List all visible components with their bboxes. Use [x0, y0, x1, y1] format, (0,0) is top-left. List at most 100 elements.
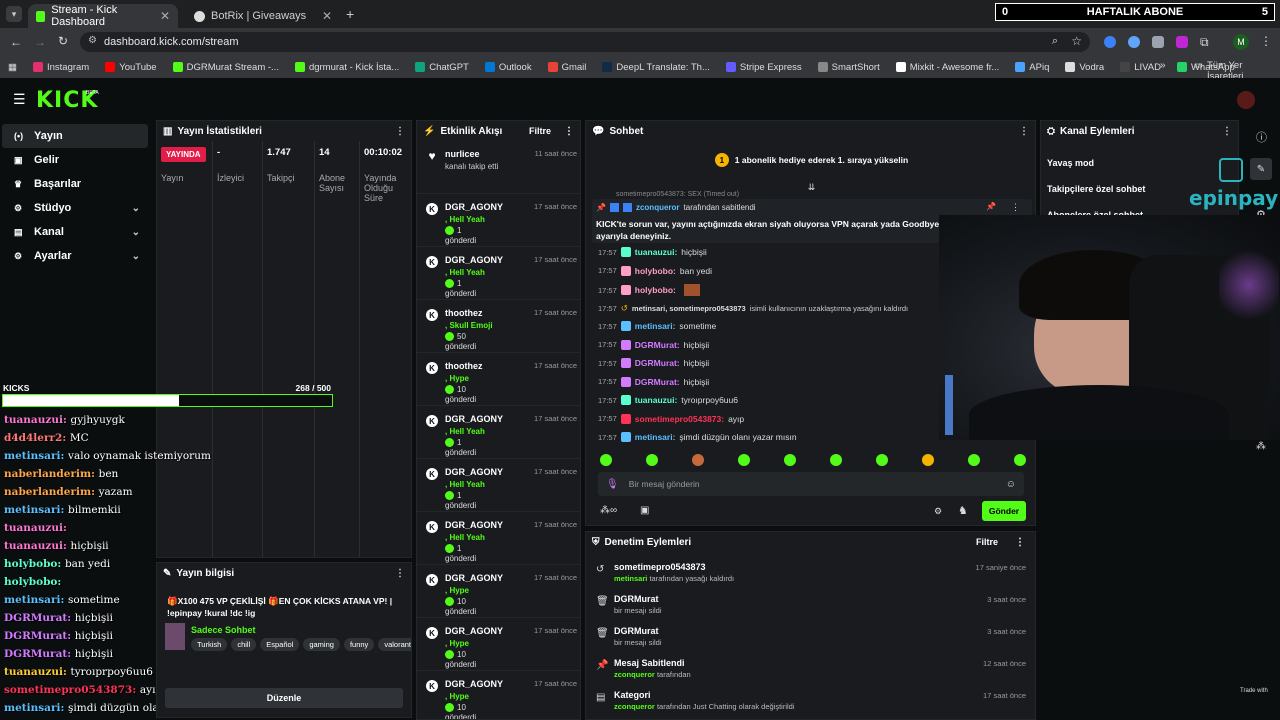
- pin-icon[interactable]: 📌: [986, 202, 996, 211]
- more-options-icon[interactable]: ⋮: [1015, 537, 1025, 548]
- emote-icon[interactable]: [784, 454, 796, 466]
- bookmark-item[interactable]: DeepL Translate: Th...: [594, 62, 717, 73]
- emote-icon[interactable]: [1014, 454, 1026, 466]
- points-icon[interactable]: ⁂∞: [600, 505, 617, 516]
- bookmark-item[interactable]: Gmail: [540, 62, 595, 73]
- stream-tag[interactable]: Turkish: [191, 638, 228, 651]
- more-options-icon[interactable]: ⋮: [395, 126, 405, 137]
- stream-tag[interactable]: gaming: [303, 638, 340, 651]
- chat-user[interactable]: tuanauzui:: [635, 247, 678, 257]
- chat-message[interactable]: 17:57 tuanauzui: hiçbişii: [598, 247, 707, 257]
- activity-item[interactable]: K DGR_AGONY 17 saat önce , Hell Yeah 1 gönder…: [417, 247, 580, 300]
- bookmark-item[interactable]: DGRMurat Stream -...: [165, 62, 287, 73]
- chat-user[interactable]: DGRMurat:: [635, 377, 680, 387]
- chat-user[interactable]: tuanauzui:: [635, 395, 678, 405]
- reload-icon[interactable]: ↻: [58, 34, 68, 48]
- chat-message[interactable]: 17:57 DGRMurat: hiçbişii: [598, 339, 709, 350]
- activity-item[interactable]: K DGR_AGONY 17 saat önce , Hype 10 gönderdi: [417, 618, 580, 671]
- send-button[interactable]: Gönder: [982, 501, 1026, 521]
- gift-banner[interactable]: 1 1 abonelik hediye ederek 1. sıraya yük…: [586, 153, 1035, 167]
- close-tab-icon[interactable]: ✕: [322, 9, 332, 23]
- apps-grid-icon[interactable]: ▦: [0, 62, 25, 73]
- chat-user[interactable]: DGRMurat:: [635, 358, 680, 368]
- shield-icon[interactable]: [1152, 36, 1164, 48]
- chat-input[interactable]: 🎙 Bir mesaj gönderin ☺: [598, 472, 1024, 496]
- extension-icon[interactable]: [1128, 36, 1140, 48]
- puzzle-icon[interactable]: ⧉: [1200, 35, 1209, 50]
- sidebar-item-kanal[interactable]: ▤ Kanal ⌄: [2, 220, 148, 244]
- emoji-picker-icon[interactable]: ☺: [1006, 479, 1016, 490]
- chat-message[interactable]: 17:57 DGRMurat: hiçbişii: [598, 376, 709, 387]
- moderation-item[interactable]: 🗑 DGRMurat bir mesajı sildi 3 saat önce: [586, 622, 1035, 654]
- moderation-item[interactable]: 📌 Mesaj Sabitlendi zconqueror tarafından 12…: [586, 654, 1035, 686]
- settings-icon[interactable]: ⚙: [934, 506, 942, 517]
- chat-message[interactable]: 17:57 holybobo:: [598, 284, 700, 296]
- more-bookmarks-icon[interactable]: »: [1160, 60, 1166, 71]
- chat-message[interactable]: 17:57 tuanauzui: tyroıprpoy6uu6: [598, 395, 738, 405]
- moderation-item[interactable]: ↺ sometimepro0543873 metinsari tarafından …: [586, 558, 1035, 590]
- store-icon[interactable]: ▣: [640, 505, 649, 516]
- emote-icon[interactable]: [968, 454, 980, 466]
- close-tab-icon[interactable]: ✕: [160, 9, 170, 23]
- bookmark-item[interactable]: dgrmurat - Kick İsta...: [287, 62, 407, 73]
- bookmark-item[interactable]: APiq: [1007, 62, 1057, 73]
- chat-user[interactable]: metinsari:: [635, 321, 676, 331]
- tab-kick-dashboard[interactable]: Stream - Kick Dashboard ✕: [28, 4, 178, 28]
- activity-item[interactable]: K DGR_AGONY 17 saat önce , Hell Yeah 1 gönder…: [417, 459, 580, 512]
- sidebar-item-yayın[interactable]: (•) Yayın: [2, 124, 148, 148]
- stream-tag[interactable]: chill: [231, 638, 257, 651]
- channel-action-toggle[interactable]: Yavaş mod: [1047, 158, 1094, 168]
- hamburger-icon[interactable]: ☰: [13, 91, 26, 108]
- activity-item[interactable]: K DGR_AGONY 17 saat önce , Hype 10 gönderdi: [417, 565, 580, 618]
- moderation-filter[interactable]: Filtre: [976, 537, 998, 547]
- bookmark-item[interactable]: Mixkit - Awesome fr...: [888, 62, 1008, 73]
- category-name[interactable]: Sadece Sohbet: [191, 625, 256, 635]
- sidebar-item-gelir[interactable]: ▣ Gelir: [2, 148, 148, 172]
- chat-user[interactable]: metinsari, sometimepro0543873: [632, 304, 746, 313]
- chat-message[interactable]: 17:57 holybobo: ban yedi: [598, 265, 712, 276]
- bookmark-item[interactable]: SmartShort: [810, 62, 888, 73]
- activity-item[interactable]: Kthoothez 17 saat önce , Hype 10 gönderdi: [417, 353, 580, 406]
- activity-item[interactable]: K DGR_AGONY 17 saat önce , Hell Yeah 1 gönder…: [417, 194, 580, 247]
- bookmark-item[interactable]: Outlook: [477, 62, 540, 73]
- activity-item[interactable]: K DGR_AGONY 17 saat önce , Hell Yeah 1 gönder…: [417, 512, 580, 565]
- back-icon[interactable]: ←: [10, 35, 22, 49]
- chat-message[interactable]: 17:57 sometimepro0543873: ayıp: [598, 413, 744, 424]
- info-icon[interactable]: ⓘ: [1256, 129, 1267, 145]
- moderation-item[interactable]: ▤ Kategori zconqueror tarafından Just Chat…: [586, 686, 1035, 718]
- emote-icon[interactable]: [922, 454, 934, 466]
- more-options-icon[interactable]: ⋮: [395, 568, 405, 579]
- chat-user[interactable]: sometimepro0543873:: [635, 414, 724, 424]
- bookmark-item[interactable]: Vodra: [1057, 62, 1112, 73]
- activity-item[interactable]: K DGR_AGONY 17 saat önce , Hype 10 gönderdi: [417, 671, 580, 719]
- forward-icon[interactable]: →: [34, 35, 46, 49]
- emote-icon[interactable]: [600, 454, 612, 466]
- chat-message[interactable]: 17:57 metinsari: şimdi düzgün olanı yazar …: [598, 432, 797, 442]
- zoom-icon[interactable]: ⌕: [1052, 35, 1058, 48]
- menu-kebab-icon[interactable]: ⋮: [1260, 34, 1272, 48]
- bookmark-item[interactable]: Instagram: [25, 62, 97, 73]
- chat-user[interactable]: DGRMurat:: [635, 340, 680, 350]
- new-tab-icon[interactable]: +: [346, 6, 354, 22]
- emote-icon[interactable]: [830, 454, 842, 466]
- more-options-icon[interactable]: ⋮: [1222, 126, 1232, 137]
- chat-message[interactable]: 17:57 ↺ metinsari, sometimepro0543873 isiml…: [598, 303, 908, 314]
- more-options-icon[interactable]: ⋮: [1011, 202, 1020, 213]
- emote-icon[interactable]: [876, 454, 888, 466]
- chat-message[interactable]: 17:57 metinsari: sometime: [598, 321, 716, 331]
- channel-action-toggle[interactable]: Takipçilere özel sohbet: [1047, 184, 1145, 194]
- tab-botrix[interactable]: BotRix | Giveaways ✕: [186, 4, 340, 28]
- edit-pencil-icon[interactable]: ✎: [1250, 158, 1272, 180]
- site-info-icon[interactable]: ⚙: [88, 35, 97, 46]
- emote-icon[interactable]: [738, 454, 750, 466]
- sidebar-item-başarılar[interactable]: ♛ Başarılar: [2, 172, 148, 196]
- extension-icon[interactable]: [1176, 36, 1188, 48]
- sidebar-item-stüdyo[interactable]: ⚙ Stüdyo ⌄: [2, 196, 148, 220]
- user-avatar[interactable]: [1237, 91, 1255, 109]
- bookmark-item[interactable]: YouTube: [97, 62, 164, 73]
- bookmark-item[interactable]: ChatGPT: [407, 62, 477, 73]
- emote-icon[interactable]: [692, 454, 704, 466]
- more-options-icon[interactable]: ⋮: [1019, 126, 1029, 137]
- emote-icon[interactable]: [646, 454, 658, 466]
- chat-user[interactable]: holybobo:: [635, 266, 676, 276]
